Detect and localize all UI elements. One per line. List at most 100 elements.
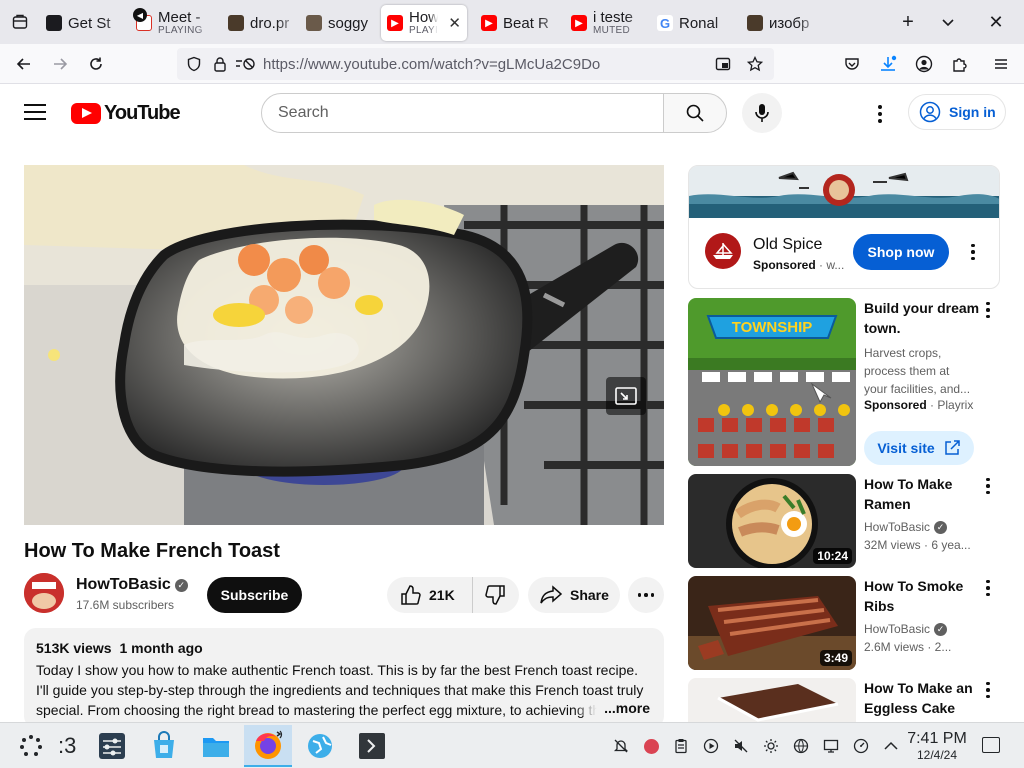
video-duration: 10:24 <box>813 548 852 564</box>
monitor-icon <box>823 739 839 753</box>
task-software-store[interactable] <box>141 725 187 767</box>
lock-icon[interactable] <box>207 56 233 72</box>
show-hidden-icons-button[interactable] <box>876 723 906 768</box>
clock-time: 7:41 PM <box>907 730 967 747</box>
picture-in-picture-icon[interactable] <box>710 56 736 72</box>
volume-button[interactable] <box>726 723 756 768</box>
task-file-manager[interactable] <box>193 725 239 767</box>
tracking-protection-icon[interactable] <box>181 56 207 72</box>
settings-app-icon <box>99 733 125 759</box>
tab-beat[interactable]: ▶ Beat R <box>475 5 565 41</box>
recommended-video[interactable]: 3:49 How To Smoke Ribs HowToBasic ✓ 2.6M … <box>688 576 1008 670</box>
night-light-button[interactable] <box>756 723 786 768</box>
tab-title: Beat R <box>503 15 549 31</box>
activities-pager[interactable]: :3 <box>18 733 76 759</box>
miniplayer-icon <box>615 387 637 405</box>
screen-recording-indicator[interactable] <box>636 723 666 768</box>
account-button[interactable] <box>906 44 942 84</box>
ad-banner-image <box>689 166 999 218</box>
like-button[interactable]: 21K <box>387 577 473 613</box>
display-button[interactable] <box>816 723 846 768</box>
close-window-button[interactable]: ✕ <box>968 0 1024 44</box>
task-system-settings[interactable] <box>89 725 135 767</box>
verified-badge-icon: ✓ <box>934 520 948 534</box>
clipboard-button[interactable] <box>666 723 696 768</box>
shop-now-button[interactable]: Shop now <box>853 234 949 270</box>
sponsored-ad-card[interactable]: Old Spice Sponsored · w... Shop now <box>688 165 1000 289</box>
address-bar[interactable]: https://www.youtube.com/watch?v=gLMcUa2C… <box>177 48 774 80</box>
menu-button[interactable] <box>978 44 1024 84</box>
item-menu-button[interactable] <box>978 476 998 496</box>
show-more-link[interactable]: ...more <box>574 700 650 716</box>
youtube-logo[interactable]: YouTube <box>71 102 181 125</box>
recommended-video[interactable]: How To Make an Eggless Cake <box>688 678 1008 722</box>
video-thumbnail <box>688 678 856 722</box>
extensions-button[interactable] <box>942 44 978 84</box>
tab-dro-pr[interactable]: dro.pr <box>222 5 300 41</box>
tab-soggy[interactable]: soggy <box>300 5 380 41</box>
ad-menu-button[interactable] <box>963 242 983 262</box>
notifications-muted-button[interactable] <box>606 723 636 768</box>
upload-age: 1 month ago <box>119 640 203 656</box>
item-menu-button[interactable] <box>978 300 998 320</box>
visit-site-button[interactable]: Visit site <box>864 431 974 465</box>
reload-button[interactable] <box>78 44 114 84</box>
channel-name[interactable]: HowToBasic ✓ <box>76 576 188 594</box>
recommended-video[interactable]: 10:24 How To Make Ramen HowToBasic ✓ 32M … <box>688 474 1008 568</box>
ad-domain: · w... <box>819 258 845 272</box>
task-terminal[interactable] <box>349 725 395 767</box>
verified-badge-icon: ✓ <box>934 622 948 636</box>
external-link-icon <box>944 440 960 455</box>
search-button[interactable] <box>663 93 727 133</box>
tab-i-teste[interactable]: ▶ i teste MUTED <box>565 5 651 41</box>
ad-title[interactable]: Build your dream town. <box>864 298 980 338</box>
play-circle-icon <box>703 738 719 754</box>
list-all-tabs-button[interactable] <box>928 0 968 44</box>
show-desktop-icon[interactable] <box>982 737 1000 753</box>
subscribe-button[interactable]: Subscribe <box>207 577 302 613</box>
back-button[interactable] <box>6 44 42 84</box>
media-player-button[interactable] <box>696 723 726 768</box>
network-button[interactable] <box>786 723 816 768</box>
sign-in-button[interactable]: Sign in <box>908 94 1006 130</box>
tab-list-button[interactable] <box>0 0 40 44</box>
tab-get-st[interactable]: Get St <box>40 5 130 41</box>
tab-strip-controls: + ✕ <box>888 0 1024 44</box>
new-tab-button[interactable]: + <box>888 0 928 44</box>
tab-title: dro.pr <box>250 15 290 31</box>
dislike-button[interactable] <box>473 584 519 606</box>
download-icon <box>881 55 897 71</box>
guide-menu-button[interactable] <box>24 104 46 125</box>
thumbs-down-icon <box>485 585 505 605</box>
tab-izobr[interactable]: изобр <box>741 5 821 41</box>
tab-title: soggy <box>328 15 369 31</box>
tab-meet[interactable]: ◀ Meet - PLAYING <box>130 5 222 41</box>
share-button[interactable]: Share <box>528 577 620 613</box>
application-launcher-icon <box>20 735 42 756</box>
task-firefox[interactable] <box>244 725 292 767</box>
item-menu-button[interactable] <box>978 578 998 598</box>
more-actions-button[interactable] <box>628 577 664 613</box>
search-input[interactable]: Search <box>261 93 664 133</box>
permissions-icon[interactable] <box>233 56 259 72</box>
downloads-button[interactable] <box>870 44 906 84</box>
voice-search-button[interactable] <box>742 93 782 133</box>
like-count: 21K <box>429 587 455 603</box>
settings-menu-button[interactable] <box>868 102 892 126</box>
video-player[interactable] <box>24 165 664 525</box>
store-bag-icon <box>154 731 174 758</box>
video-description[interactable]: 513K views 1 month ago Today I show you h… <box>24 628 664 728</box>
forward-button[interactable] <box>42 44 78 84</box>
pocket-button[interactable] <box>834 44 870 84</box>
close-tab-icon[interactable]: ✕ <box>448 14 461 32</box>
task-browser-2[interactable] <box>297 725 343 767</box>
channel-avatar[interactable] <box>24 573 64 613</box>
miniplayer-button[interactable] <box>606 377 646 415</box>
power-profile-button[interactable] <box>846 723 876 768</box>
item-menu-button[interactable] <box>978 680 998 700</box>
tab-how-to-make-french-toast[interactable]: ▶ HowPLAYING ✕ <box>381 5 467 41</box>
tab-ronal[interactable]: G Ronal <box>651 5 741 41</box>
digital-clock[interactable]: 7:41 PM 12/4/24 <box>904 730 970 762</box>
sponsored-app-ad[interactable]: TOWNSHIP Build your dream town. Harvest … <box>688 298 1008 466</box>
bookmark-star-icon[interactable] <box>742 56 768 72</box>
